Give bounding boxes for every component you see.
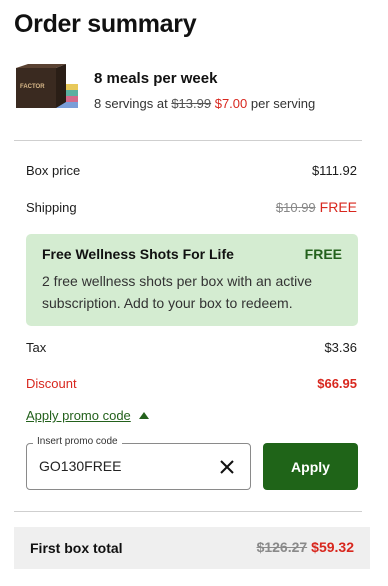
per-serving-text: per serving	[250, 96, 316, 111]
wellness-shots-promo: Free Wellness Shots For Life FREE 2 free…	[26, 234, 358, 326]
shipping-label: Shipping	[26, 199, 77, 215]
box-price-label: Box price	[26, 163, 81, 178]
meal-box-image: FACTOR	[16, 64, 78, 108]
apply-button[interactable]: Apply	[263, 443, 358, 490]
promo-field-label: Insert promo code	[33, 436, 122, 447]
close-icon[interactable]	[218, 458, 236, 476]
wellness-free-badge: FREE	[304, 246, 342, 262]
wellness-description: 2 free wellness shots per box with an ac…	[42, 273, 313, 311]
total-new-price: $59.32	[311, 539, 354, 555]
servings-text: 8 servings at	[94, 96, 168, 111]
discount-row: Discount $66.95	[26, 376, 357, 391]
caret-up-icon	[138, 412, 149, 419]
box-price-row: Box price $111.92	[26, 163, 357, 178]
discount-value: $66.95	[317, 376, 357, 391]
apply-promo-toggle[interactable]: Apply promo code	[26, 408, 149, 423]
promo-code-field[interactable]: Insert promo code GO130FREE	[26, 436, 251, 490]
total-old-price: $126.27	[256, 539, 308, 555]
tax-row: Tax $3.36	[26, 340, 357, 355]
shipping-free: FREE	[319, 199, 357, 215]
apply-promo-link[interactable]: Apply promo code	[26, 408, 131, 423]
shipping-row: Shipping $10.99 FREE	[26, 199, 357, 215]
plan-summary: FACTOR 8 meals per week 8 servings at $1…	[14, 62, 374, 114]
new-serving-price: $7.00	[214, 96, 248, 111]
promo-code-input[interactable]: GO130FREE	[39, 458, 121, 474]
box-price-value: $111.92	[311, 163, 357, 178]
divider	[14, 140, 362, 141]
first-box-total: First box total $126.27 $59.32	[14, 527, 370, 569]
shipping-value: $10.99 FREE	[276, 199, 357, 215]
page-title: Order summary	[14, 10, 197, 38]
wellness-title: Free Wellness Shots For Life	[42, 246, 234, 262]
tax-label: Tax	[26, 340, 47, 355]
tax-value: $3.36	[324, 340, 357, 355]
divider	[14, 511, 362, 512]
old-serving-price: $13.99	[171, 96, 212, 111]
discount-label: Discount	[26, 376, 77, 391]
brand-logo-text: FACTOR	[20, 84, 45, 90]
total-values: $126.27 $59.32	[257, 539, 354, 557]
total-label: First box total	[30, 540, 123, 556]
plan-pricing: 8 servings at $13.99 $7.00 per serving	[94, 96, 315, 111]
shipping-old-price: $10.99	[275, 200, 316, 215]
plan-name: 8 meals per week	[94, 70, 218, 87]
